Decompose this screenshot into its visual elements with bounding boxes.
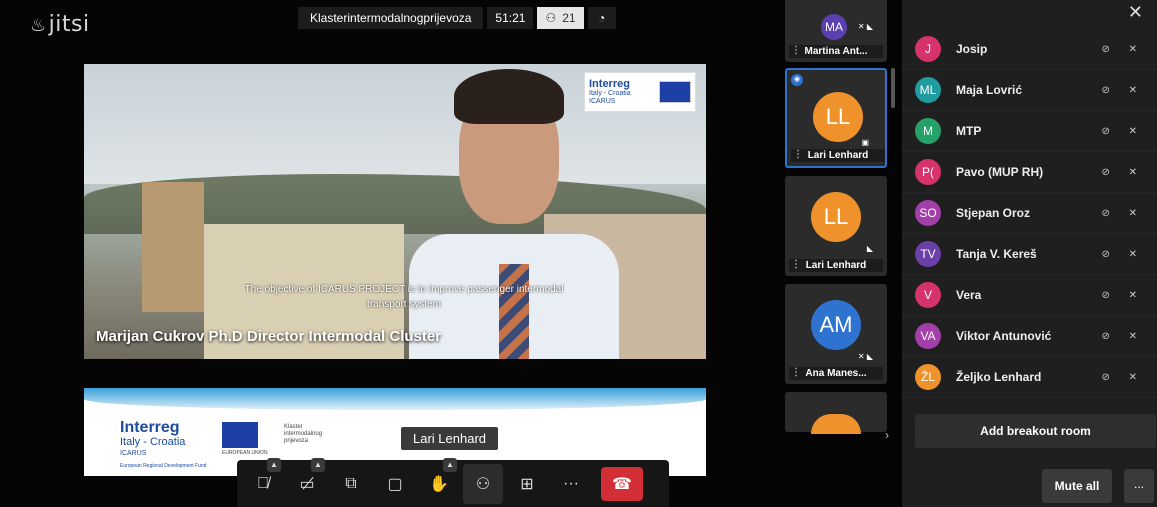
filmstrip-tile[interactable] — [785, 392, 887, 434]
audio-settings-chevron-icon[interactable]: ▲ — [267, 457, 281, 472]
avatar: AM — [811, 300, 861, 350]
muted-status-icons: ⊘ ✕ — [1101, 289, 1145, 301]
participant-row[interactable]: TV Tanja V. Kereš ⊘ ✕ — [902, 234, 1157, 275]
avatar: J — [915, 36, 941, 62]
tile-name: Lari Lenhard — [789, 259, 883, 272]
participant-name: Josip — [956, 42, 988, 56]
slide-eu-flag-icon — [222, 422, 258, 448]
participant-name: Stjepan Oroz — [956, 206, 1031, 220]
filmstrip-tile-active[interactable]: ◉ LL ▣ ⋮ Lari Lenhard — [785, 68, 887, 168]
hangup-button[interactable]: ☎ — [601, 466, 643, 501]
participant-name: Pavo (MUP RH) — [956, 165, 1044, 179]
filmstrip-scrollbar[interactable] — [891, 68, 895, 108]
avatar: ML — [915, 77, 941, 103]
avatar: LL — [813, 92, 863, 142]
avatar — [811, 414, 861, 434]
participant-count-badge[interactable]: ⚇ 21 — [537, 7, 584, 29]
meeting-toolbar: 🎙̸ ▲ ▭̸ ▲ ⧉ ▢ ✋ ▲ ⚇ ⊞ ··· ☎ — [237, 457, 669, 507]
participant-name: Viktor Antunović — [956, 329, 1052, 343]
screenshare-button[interactable]: ⧉ — [331, 464, 371, 504]
avatar: VA — [915, 323, 941, 349]
conference-stage: ♨jitsi Klasterintermodalnogprijevoza 51:… — [0, 0, 785, 507]
avatar: M — [915, 118, 941, 144]
participant-name: Željko Lenhard — [956, 370, 1042, 384]
avatar: P( — [915, 159, 941, 185]
shared-video: Interreg Italy - Croatia ICARUS The obje… — [84, 64, 706, 359]
close-icon[interactable]: ✕ — [1128, 2, 1143, 23]
filmstrip-toggle-chevron-icon[interactable]: › — [885, 428, 889, 442]
more-actions-button[interactable]: ··· — [551, 464, 591, 504]
participant-row[interactable]: P( Pavo (MUP RH) ⊘ ✕ — [902, 152, 1157, 193]
muted-status-icons: ⊘ ✕ — [1101, 330, 1145, 342]
mic-muted-button[interactable]: 🎙̸ ▲ — [243, 457, 283, 504]
filmstrip: MA ✕ ◣ ⋮ Martina Ant... ◉ LL ▣ ⋮ Lari Le… — [785, 0, 902, 507]
avatar: TV — [915, 241, 941, 267]
raise-hand-button[interactable]: ✋ ▲ — [419, 457, 459, 504]
muted-status-icons: ⊘ ✕ — [1101, 371, 1145, 383]
participants-panel: ✕ J Josip ⊘ ✕ ML Maja Lovrić ⊘ ✕ M MTP ⊘ ✕ P( Pavo… — [902, 0, 1157, 507]
avatar: V — [915, 282, 941, 308]
klaster-logo: Klaster intermodalnog prijevoza — [284, 424, 323, 444]
speaking-indicator-icon: ◉ — [791, 74, 803, 86]
logo-text: jitsi — [48, 12, 90, 37]
jitsi-logo-icon: ♨ — [30, 15, 47, 36]
muted-icons: ✕ ◣ — [857, 352, 873, 361]
participant-row[interactable]: VA Viktor Antunović ⊘ ✕ — [902, 316, 1157, 357]
slide-interreg-logo: Interreg Italy - Croatia ICARUS European… — [120, 419, 207, 470]
chat-button[interactable]: ▢ — [375, 464, 415, 504]
participants-icon: ⚇ — [545, 11, 557, 25]
video-settings-chevron-icon[interactable]: ▲ — [311, 457, 325, 472]
interreg-logo: Interreg Italy - Croatia ICARUS — [584, 72, 696, 112]
muted-icon: ◣ — [866, 244, 873, 253]
video-caption: The objective of ICARUS PROJECT is to im… — [244, 284, 564, 310]
more-options-button[interactable]: ... — [1124, 469, 1154, 503]
filmstrip-tile[interactable]: LL ◣ ⋮ Lari Lenhard — [785, 176, 887, 276]
meeting-info-bar: Klasterintermodalnogprijevoza 51:21 ⚇ 21 … — [298, 7, 616, 29]
filmstrip-tile[interactable]: AM ✕ ◣ ⋮ Ana Manes... — [785, 284, 887, 384]
tile-name: Lari Lenhard — [791, 149, 885, 162]
avatar: SO — [915, 200, 941, 226]
muted-icons: ✕ ◣ — [857, 22, 873, 31]
participant-row[interactable]: ŽL Željko Lenhard ⊘ ✕ — [902, 357, 1157, 398]
participant-row[interactable]: M MTP ⊘ ✕ — [902, 111, 1157, 152]
filmstrip-tile[interactable]: MA ✕ ◣ ⋮ Martina Ant... — [785, 0, 887, 62]
muted-status-icons: ⊘ ✕ — [1101, 84, 1145, 96]
add-breakout-room-button[interactable]: Add breakout room — [915, 414, 1156, 448]
avatar: MA — [821, 14, 847, 40]
meeting-title: Klasterintermodalnogprijevoza — [298, 7, 484, 29]
participants-button[interactable]: ⚇ — [463, 463, 503, 504]
reactions-chevron-icon[interactable]: ▲ — [443, 457, 457, 472]
connection-stats-icon[interactable]: ◔ — [587, 7, 616, 29]
dominant-speaker-label: Lari Lenhard — [401, 427, 498, 450]
tile-name: Ana Manes... — [789, 367, 883, 380]
participant-row[interactable]: V Vera ⊘ ✕ — [902, 275, 1157, 316]
camera-off-button[interactable]: ▭̸ ▲ — [287, 457, 327, 504]
muted-status-icons: ⊘ ✕ — [1101, 248, 1145, 260]
participant-name: Maja Lovrić — [956, 83, 1023, 97]
participant-row[interactable]: J Josip ⊘ ✕ — [902, 29, 1157, 70]
lower-third: Marijan Cukrov Ph.D Director Intermodal … — [96, 328, 442, 345]
tile-view-button[interactable]: ⊞ — [507, 464, 547, 504]
eu-flag-icon — [659, 81, 691, 103]
muted-status-icons: ⊘ ✕ — [1101, 207, 1145, 219]
avatar: ŽL — [915, 364, 941, 390]
participant-row[interactable]: SO Stjepan Oroz ⊘ ✕ — [902, 193, 1157, 234]
jitsi-logo: ♨jitsi — [30, 12, 90, 37]
screen-icon: ▣ — [861, 138, 869, 147]
participant-name: MTP — [956, 124, 982, 138]
meeting-timer: 51:21 — [487, 7, 534, 29]
participant-name: Vera — [956, 288, 982, 302]
muted-status-icons: ⊘ ✕ — [1101, 166, 1145, 178]
participant-row[interactable]: ML Maja Lovrić ⊘ ✕ — [902, 70, 1157, 111]
participant-name: Tanja V. Kereš — [956, 247, 1037, 261]
muted-status-icons: ⊘ ✕ — [1101, 125, 1145, 137]
tile-name: Martina Ant... — [789, 45, 883, 58]
mute-all-button[interactable]: Mute all — [1042, 469, 1112, 503]
participant-list: J Josip ⊘ ✕ ML Maja Lovrić ⊘ ✕ M MTP ⊘ ✕ P( Pavo (… — [902, 29, 1157, 398]
participant-count: 21 — [562, 11, 576, 25]
avatar: LL — [811, 192, 861, 242]
muted-status-icons: ⊘ ✕ — [1101, 43, 1145, 55]
